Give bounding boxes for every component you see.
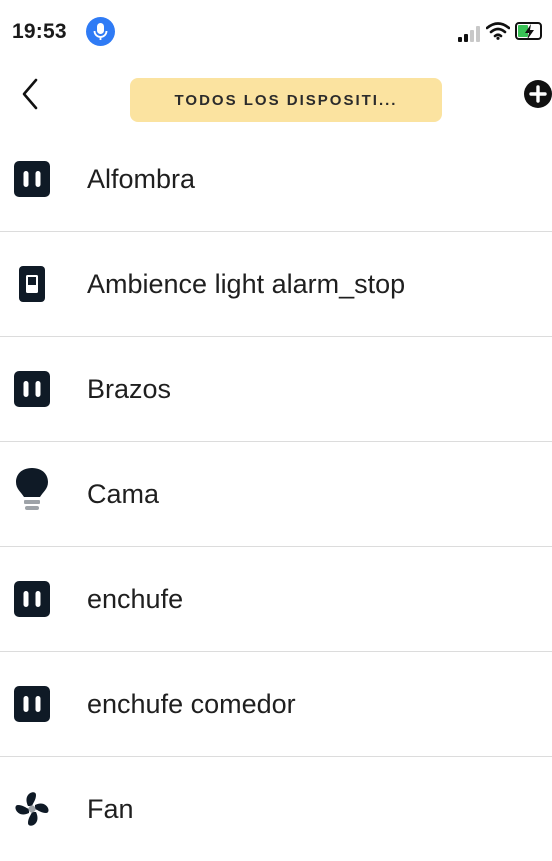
page-title: TODOS LOS DISPOSITI... — [174, 91, 398, 109]
add-device-button[interactable] — [524, 80, 552, 108]
device-row-ambience-light[interactable]: Ambience light alarm_stop — [0, 232, 552, 337]
cellular-signal-icon — [458, 26, 482, 42]
device-name: Cama — [87, 479, 160, 509]
device-name: Alfombra — [87, 164, 196, 194]
device-row-enchufe[interactable]: enchufe — [0, 547, 552, 652]
device-row-cama[interactable]: Cama — [0, 442, 552, 547]
wifi-icon — [485, 22, 511, 45]
status-bar: 19:53 — [0, 0, 552, 62]
fan-icon — [15, 792, 49, 826]
back-button[interactable] — [14, 74, 50, 114]
status-time: 19:53 — [12, 20, 67, 43]
smart-plug-icon — [14, 686, 50, 722]
device-row-alfombra[interactable]: Alfombra — [0, 127, 552, 232]
device-filter-dropdown[interactable]: TODOS LOS DISPOSITI... — [130, 78, 442, 122]
device-row-enchufe-comedor[interactable]: enchufe comedor — [0, 652, 552, 757]
device-list: Alfombra Ambience light alarm_stop Brazo… — [0, 127, 552, 861]
chevron-left-icon — [22, 78, 38, 110]
device-name: enchufe — [87, 584, 184, 614]
plus-icon — [529, 85, 547, 103]
smart-plug-icon — [14, 581, 50, 617]
device-name: Ambience light alarm_stop — [87, 269, 406, 299]
light-switch-icon — [19, 266, 45, 302]
device-row-fan[interactable]: Fan — [0, 757, 552, 861]
device-name: Fan — [87, 794, 134, 824]
microphone-icon — [86, 17, 115, 46]
smart-plug-icon — [14, 161, 50, 197]
device-name: enchufe comedor — [87, 689, 296, 719]
device-row-brazos[interactable]: Brazos — [0, 337, 552, 442]
battery-charging-icon — [515, 22, 542, 40]
device-name: Brazos — [87, 374, 172, 404]
header: TODOS LOS DISPOSITI... — [0, 62, 552, 126]
smart-plug-icon — [14, 371, 50, 407]
light-bulb-icon — [16, 468, 48, 510]
